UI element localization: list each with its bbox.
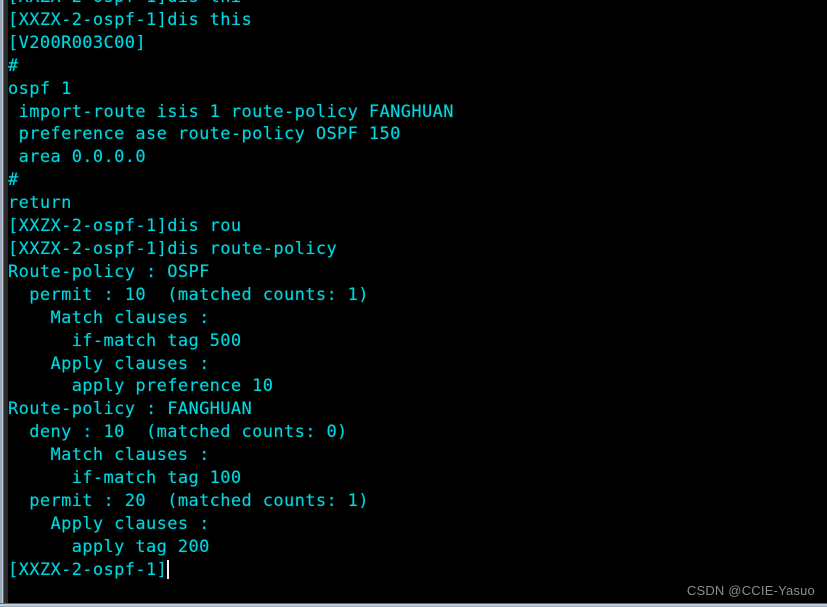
terminal-window: [XXZX-2-ospf-1]dis thi[XXZX-2-ospf-1]dis… [0, 0, 827, 607]
terminal-line: [XXZX-2-ospf-1]dis route-policy [8, 238, 338, 259]
terminal-line: apply tag 200 [8, 536, 210, 557]
terminal-output: [XXZX-2-ospf-1]dis thi[XXZX-2-ospf-1]dis… [8, 0, 454, 582]
terminal-line: # [8, 170, 19, 191]
terminal-line: area 0.0.0.0 [8, 147, 146, 168]
terminal-line: Route-policy : FANGHUAN [8, 399, 253, 420]
terminal-line: [V200R003C00] [8, 32, 146, 53]
terminal-line: import-route isis 1 route-policy FANGHUA… [8, 101, 454, 122]
terminal-line: return [8, 193, 72, 214]
terminal-line: permit : 10 (matched counts: 1) [8, 284, 369, 305]
terminal-line: Apply clauses : [8, 353, 210, 374]
window-border-inner-left [4, 0, 8, 607]
terminal-line: Match clauses : [8, 445, 210, 466]
watermark-label: CSDN @CCIE-Yasuo [686, 583, 815, 598]
terminal-line: # [8, 55, 19, 76]
terminal-prompt-text: [XXZX-2-ospf-1] [8, 559, 168, 580]
terminal-line: [XXZX-2-ospf-1]dis rou [8, 216, 242, 237]
terminal-line: deny : 10 (matched counts: 0) [8, 422, 348, 443]
terminal-line: ospf 1 [8, 78, 72, 99]
terminal-line: Apply clauses : [8, 513, 210, 534]
terminal-line: if-match tag 100 [8, 468, 242, 489]
terminal-line: [XXZX-2-ospf-1]dis thi [8, 0, 454, 9]
text-cursor [167, 559, 170, 579]
terminal-screen[interactable]: [XXZX-2-ospf-1]dis thi[XXZX-2-ospf-1]dis… [8, 0, 827, 603]
terminal-line: [XXZX-2-ospf-1]dis this [8, 9, 253, 30]
terminal-line: permit : 20 (matched counts: 1) [8, 490, 369, 511]
terminal-line: Match clauses : [8, 307, 210, 328]
terminal-line: apply preference 10 [8, 376, 274, 397]
window-border-bottom [0, 603, 827, 607]
terminal-line: if-match tag 500 [8, 330, 242, 351]
terminal-prompt-line[interactable]: [XXZX-2-ospf-1] [8, 559, 454, 582]
terminal-line: preference ase route-policy OSPF 150 [8, 124, 401, 145]
terminal-line: Route-policy : OSPF [8, 261, 210, 282]
